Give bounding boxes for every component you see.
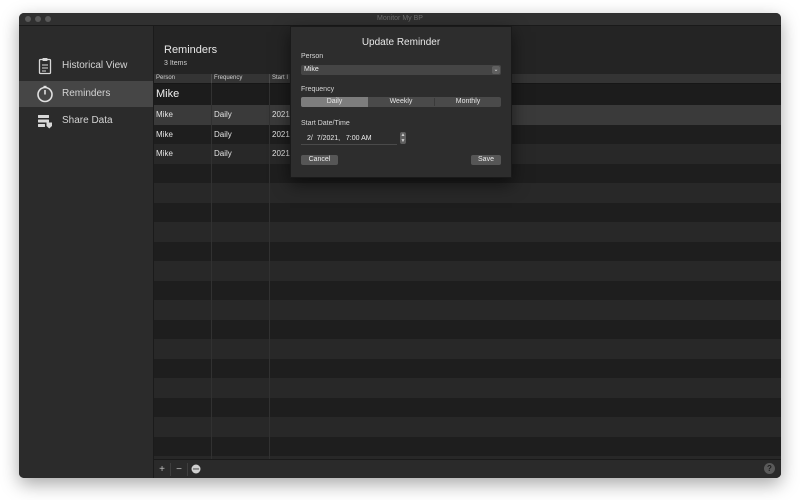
cell-start: 2021 [272,110,290,119]
person-label: Person [301,53,324,60]
person-edit-field[interactable]: Mike [156,84,179,105]
empty-row [154,261,781,281]
empty-row [154,436,781,456]
column-divider [269,83,270,459]
title-bar: Monitor My BP [19,13,781,26]
empty-row [154,417,781,437]
help-button[interactable]: ? [764,463,775,474]
empty-row [154,397,781,417]
cell-frequency: Daily [214,110,232,119]
more-options-button[interactable] [188,463,204,476]
ellipsis-circle-icon [191,464,201,474]
cell-person: Mike [156,129,173,139]
sidebar-item-reminders[interactable]: Reminders [19,81,153,107]
cell-person: Mike [156,110,173,119]
frequency-option-monthly[interactable]: Monthly [435,97,501,107]
window-title: Monitor My BP [377,15,423,22]
sidebar: Historical View Reminders Share Data [19,26,154,478]
sidebar-item-label: Reminders [62,88,111,99]
page-title: Reminders [164,44,218,56]
update-reminder-dialog: Update Reminder Person Mike ⌄ Frequency … [290,26,512,178]
column-header-start[interactable]: Start I [272,74,288,83]
empty-row [154,378,781,398]
remove-button[interactable]: − [171,463,188,476]
empty-row [154,300,781,320]
empty-row [154,319,781,339]
sidebar-item-historical-view[interactable]: Historical View [19,53,153,79]
sidebar-item-label: Historical View [62,60,128,71]
empty-row [154,339,781,359]
cell-start: 2021 [272,129,290,139]
empty-row [154,241,781,261]
cancel-button[interactable]: Cancel [301,155,338,165]
column-header-frequency[interactable]: Frequency [214,74,242,83]
column-divider [211,83,212,459]
frequency-option-daily[interactable]: Daily [301,97,368,107]
column-divider [269,74,270,83]
frequency-option-weekly[interactable]: Weekly [368,97,434,107]
empty-row [154,280,781,300]
cell-frequency: Daily [214,149,232,158]
item-count: 3 Items [164,60,187,67]
table-toolbar: + − ? [154,459,781,478]
share-data-icon [38,115,52,129]
timer-icon [37,85,53,103]
sidebar-item-label: Share Data [62,115,113,126]
column-header-person[interactable]: Person [156,74,175,83]
start-date-time-value: 2/ 7/2021, 7:00 AM [307,135,372,142]
empty-row [154,222,781,242]
start-date-time-field[interactable]: 2/ 7/2021, 7:00 AM [301,133,397,145]
clipboard-icon [38,58,52,75]
chevron-down-icon: ⌄ [492,66,500,74]
cell-frequency: Daily [214,129,232,139]
person-select[interactable]: Mike ⌄ [301,65,501,75]
column-divider [211,74,212,83]
empty-row [154,358,781,378]
sidebar-item-share-data[interactable]: Share Data [19,108,153,134]
start-date-label: Start Date/Time [301,120,350,127]
dialog-title: Update Reminder [361,37,441,48]
cell-person: Mike [156,149,173,158]
date-stepper[interactable]: ▲ ▼ [400,132,406,144]
frequency-label: Frequency [301,86,335,93]
cell-start: 2021 [272,149,290,158]
empty-row [154,183,781,203]
empty-row [154,202,781,222]
stepper-down-icon[interactable]: ▼ [400,138,406,144]
frequency-segmented-control: Daily Weekly Monthly [301,97,501,107]
add-button[interactable]: + [154,463,171,476]
save-button[interactable]: Save [471,155,501,165]
person-select-value: Mike [304,66,319,73]
